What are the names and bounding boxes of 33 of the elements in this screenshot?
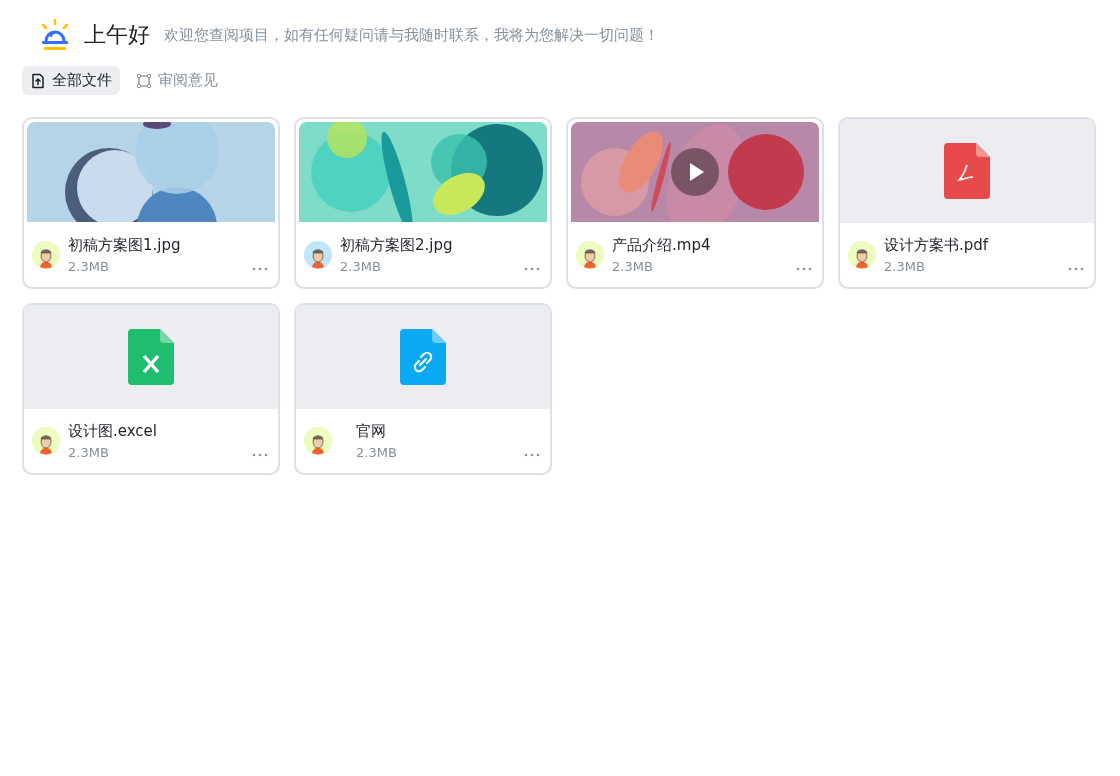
more-icon[interactable] (796, 267, 812, 271)
pdf-file-icon (944, 143, 990, 199)
file-card[interactable]: 初稿方案图2.jpg 2.3MB (294, 117, 552, 289)
spreadsheet-file-icon (128, 329, 174, 385)
file-card[interactable]: 设计图.excel 2.3MB (22, 303, 280, 475)
welcome-text: 欢迎您查阅项目，如有任何疑问请与我随时联系，我将为您解决一切问题！ (164, 25, 659, 45)
file-name: 设计方案书.pdf (884, 236, 990, 255)
file-name: 初稿方案图1.jpg (68, 235, 182, 255)
more-icon[interactable] (524, 453, 540, 457)
file-name: 设计图.excel (68, 422, 158, 441)
file-card[interactable]: 产品介绍.mp4 2.3MB (566, 117, 824, 289)
more-icon[interactable] (252, 267, 268, 271)
link-file-icon (400, 329, 446, 385)
file-size: 2.3MB (68, 258, 110, 274)
tab[interactable]: 全部文件 (22, 66, 120, 95)
play-icon[interactable] (671, 148, 719, 196)
more-icon[interactable] (1068, 267, 1084, 271)
file-card[interactable]: 设计方案书.pdf 2.3MB (838, 117, 1096, 289)
more-icon[interactable] (252, 453, 268, 457)
upload-file-icon (30, 72, 46, 89)
more-icon[interactable] (524, 267, 540, 271)
file-name: 初稿方案图2.jpg (340, 235, 454, 255)
file-card[interactable]: 初稿方案图1.jpg 2.3MB (22, 117, 280, 289)
file-size: 2.3MB (884, 259, 926, 274)
file-size: 2.3MB (68, 445, 110, 460)
file-size: 2.3MB (340, 258, 382, 274)
file-card[interactable]: 官网 2.3MB (294, 303, 552, 475)
frame-icon (136, 72, 152, 89)
file-name: 产品介绍.mp4 (612, 235, 712, 255)
greeting-title: 上午好 (84, 21, 150, 49)
file-size: 2.3MB (612, 258, 654, 274)
file-size: 2.3MB (355, 445, 398, 460)
file-name: 官网 (355, 422, 387, 441)
